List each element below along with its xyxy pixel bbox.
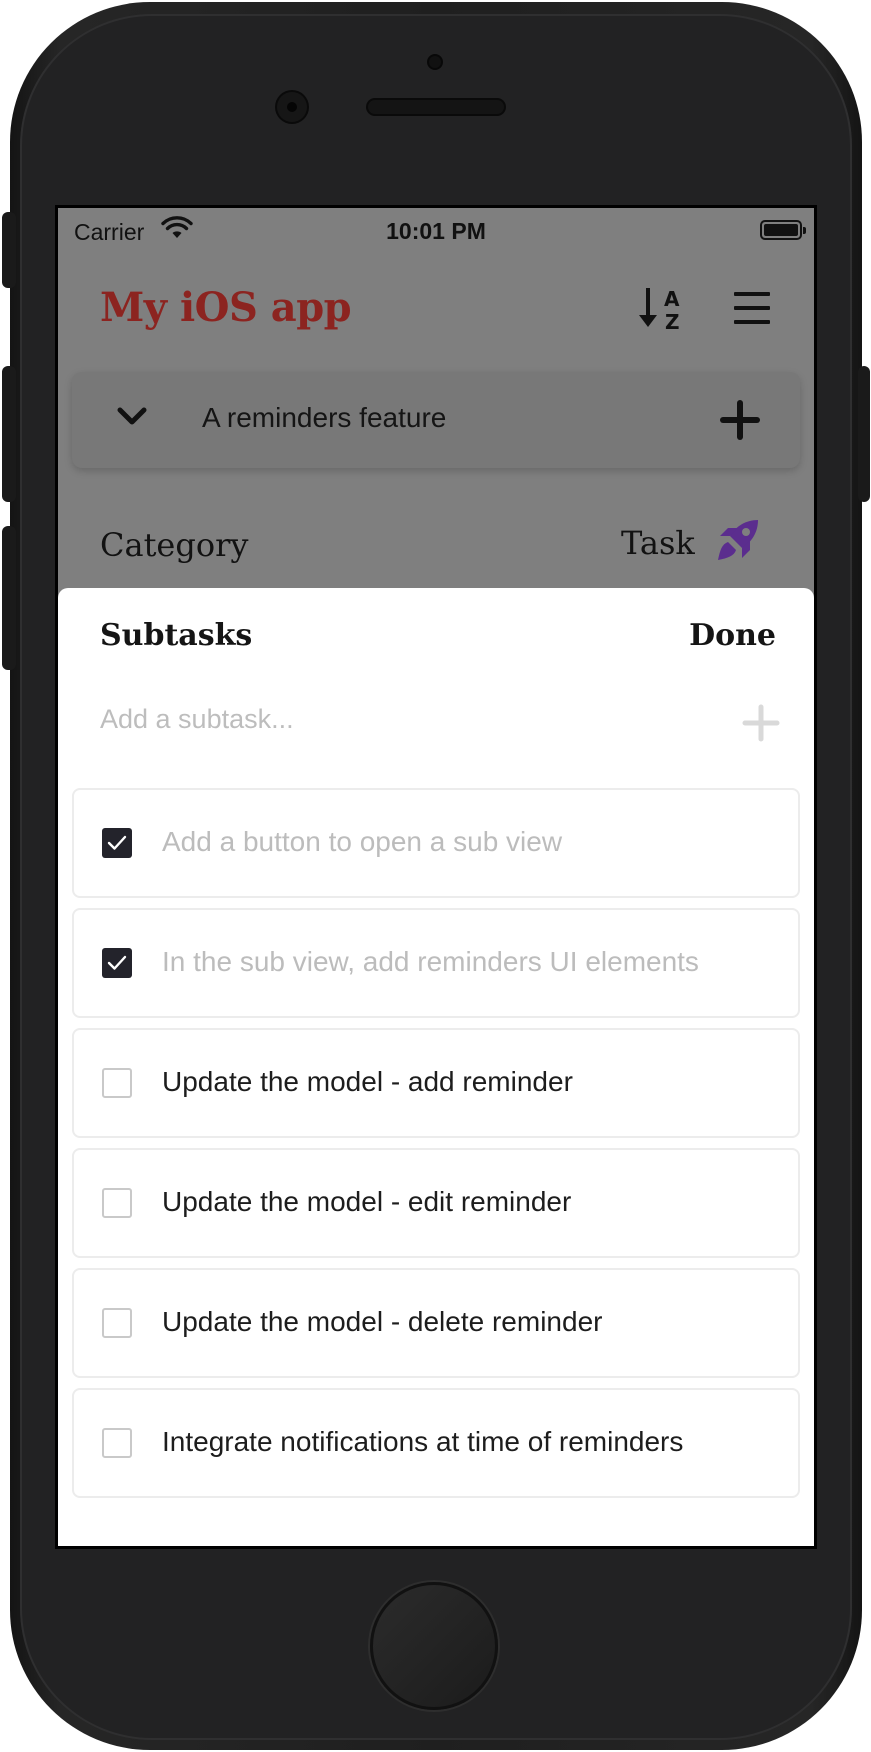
- done-button[interactable]: Done: [689, 618, 776, 653]
- home-button[interactable]: [370, 1582, 498, 1710]
- chevron-down-icon[interactable]: [116, 404, 148, 433]
- reminder-card: A reminders feature: [72, 372, 800, 468]
- subtask-item: In the sub view, add reminders UI elemen…: [72, 908, 800, 1018]
- svg-text:Z: Z: [665, 310, 680, 334]
- checkmark-icon: [107, 955, 127, 970]
- menu-button[interactable]: [734, 292, 770, 326]
- category-value[interactable]: Task: [621, 524, 695, 562]
- subtask-item: Update the model - edit reminder: [72, 1148, 800, 1258]
- subtask-checkbox[interactable]: [102, 1188, 132, 1218]
- hamburger-menu-icon: [734, 292, 770, 296]
- rocket-icon: [716, 518, 760, 567]
- screen: Carrier 10:01 PM My iOS app A Z A remind…: [58, 208, 814, 1546]
- volume-down-button: [2, 526, 16, 670]
- status-bar: Carrier 10:01 PM: [58, 208, 814, 254]
- app-title: My iOS app: [100, 284, 352, 331]
- plus-icon: [742, 704, 780, 742]
- volume-up-button: [2, 366, 16, 502]
- svg-text:A: A: [664, 287, 680, 311]
- sort-alpha-down-icon: A Z: [639, 287, 680, 334]
- plus-icon: [720, 400, 760, 440]
- subtasks-title: Subtasks: [100, 618, 253, 653]
- battery-icon: [760, 220, 806, 240]
- category-label: Category: [100, 526, 249, 564]
- subtask-text: Integrate notifications at time of remin…: [162, 1426, 684, 1457]
- sort-alpha-button[interactable]: A Z: [636, 284, 692, 334]
- mute-switch: [2, 212, 16, 288]
- add-subtask-button[interactable]: [742, 704, 780, 747]
- subtask-checkbox[interactable]: [102, 828, 132, 858]
- subtask-text: In the sub view, add reminders UI elemen…: [162, 946, 699, 977]
- subtasks-sheet: Subtasks Done Add a button to open a sub…: [58, 588, 814, 1546]
- subtask-item: Update the model - add reminder: [72, 1028, 800, 1138]
- add-reminder-button[interactable]: [720, 400, 760, 445]
- subtask-text: Update the model - edit reminder: [162, 1186, 572, 1217]
- subtask-list: Add a button to open a sub view In the s…: [72, 788, 800, 1508]
- checkmark-icon: [107, 835, 127, 850]
- subtask-item: Add a button to open a sub view: [72, 788, 800, 898]
- subtask-text: Add a button to open a sub view: [162, 826, 563, 857]
- proximity-sensor: [429, 56, 441, 68]
- subtask-checkbox[interactable]: [102, 948, 132, 978]
- subtask-checkbox[interactable]: [102, 1308, 132, 1338]
- subtask-item: Update the model - delete reminder: [72, 1268, 800, 1378]
- subtask-text: Update the model - add reminder: [162, 1066, 573, 1097]
- front-camera: [277, 92, 307, 122]
- earpiece-speaker: [368, 100, 504, 114]
- clock: 10:01 PM: [386, 218, 486, 244]
- power-button: [858, 366, 870, 502]
- add-subtask-input[interactable]: [100, 704, 700, 735]
- subtask-text: Update the model - delete reminder: [162, 1306, 603, 1337]
- subtask-checkbox[interactable]: [102, 1428, 132, 1458]
- reminder-title: A reminders feature: [202, 402, 447, 433]
- subtask-checkbox[interactable]: [102, 1068, 132, 1098]
- subtask-item: Integrate notifications at time of remin…: [72, 1388, 800, 1498]
